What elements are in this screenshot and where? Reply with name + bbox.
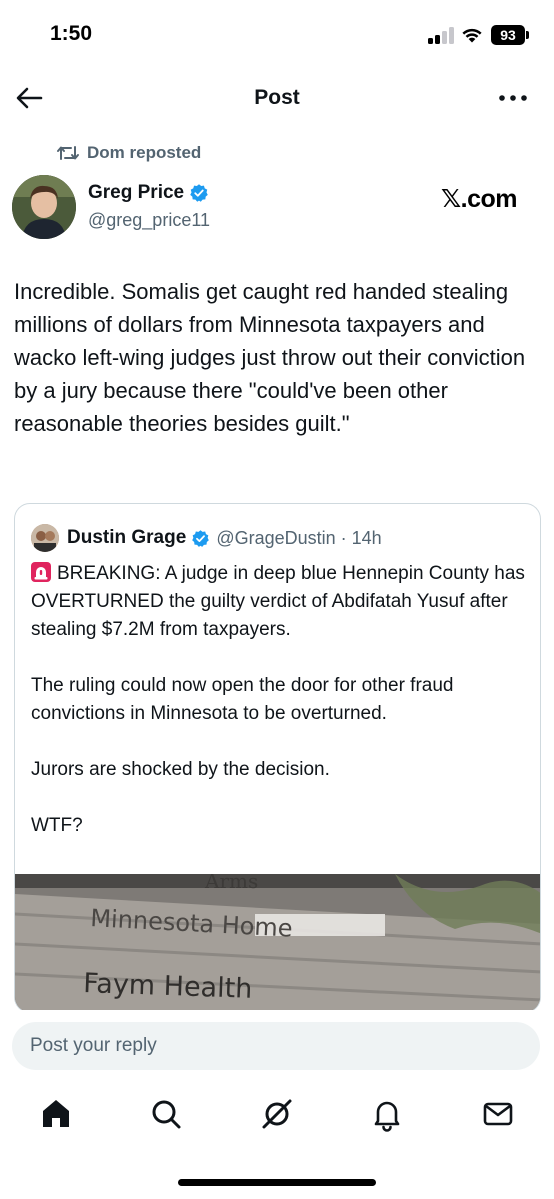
- quoted-post-card[interactable]: Dustin Grage @GrageDustin · 14h BREAKING…: [14, 503, 541, 1013]
- tweet-text: Incredible. Somalis get caught red hande…: [14, 279, 526, 436]
- reply-input[interactable]: Post your reply: [12, 1022, 540, 1070]
- author-handle: @greg_price11: [88, 210, 211, 230]
- source-watermark: 𝕏.com: [441, 185, 518, 213]
- messages-icon[interactable]: [480, 1096, 516, 1132]
- quoted-paragraph: WTF?: [31, 815, 83, 836]
- sign-text-line2: Faym Health: [83, 968, 253, 1005]
- rotating-light-emoji-icon: [31, 562, 51, 582]
- repost-context[interactable]: Dom reposted: [56, 142, 201, 164]
- status-bar: 1:50 93: [0, 0, 554, 70]
- wifi-icon: [462, 28, 482, 43]
- building-sign-photo: Arms Minnesota Home Faym Health: [15, 874, 540, 1012]
- home-indicator: [178, 1179, 376, 1186]
- cellular-signal-icon: [428, 26, 456, 44]
- author-name: Greg Price: [88, 182, 185, 203]
- repost-icon: [57, 146, 79, 160]
- repost-label: Dom reposted: [87, 143, 202, 162]
- avatar-photo: [12, 175, 76, 239]
- sign-text-top-partial: Arms: [204, 874, 258, 893]
- home-icon[interactable]: [38, 1096, 74, 1132]
- quoted-paragraph: The ruling could now open the door for o…: [31, 675, 454, 724]
- more-options-icon[interactable]: [496, 86, 530, 110]
- grok-icon[interactable]: [259, 1096, 295, 1132]
- search-icon[interactable]: [148, 1096, 184, 1132]
- quoted-post-body: BREAKING: A judge in deep blue Hennepin …: [31, 560, 526, 868]
- author-avatar[interactable]: [12, 175, 76, 239]
- quoted-paragraph-text: BREAKING: A judge in deep blue Hennepin …: [31, 563, 525, 640]
- verified-badge-icon: [192, 529, 210, 547]
- quoted-paragraph: BREAKING: A judge in deep blue Hennepin …: [31, 560, 526, 644]
- quoted-avatar-photo: [31, 524, 59, 552]
- page-title: Post: [254, 86, 300, 109]
- top-nav: Post: [0, 70, 554, 126]
- status-time: 1:50: [50, 22, 93, 45]
- quoted-author-name: Dustin Grage: [67, 527, 187, 548]
- quoted-media-image[interactable]: Arms Minnesota Home Faym Health: [15, 874, 540, 1012]
- quoted-post-header: Dustin Grage @GrageDustin · 14h: [31, 524, 382, 552]
- quoted-author-handle-time: @GrageDustin · 14h: [216, 527, 382, 548]
- battery-tip: [526, 31, 529, 39]
- reply-composer-bar: Post your reply: [0, 1010, 554, 1082]
- quoted-author-avatar[interactable]: [31, 524, 59, 552]
- author-name-row[interactable]: Greg Price: [88, 182, 209, 204]
- bottom-tab-bar: [0, 1082, 554, 1199]
- quoted-paragraph: Jurors are shocked by the decision.: [31, 759, 330, 780]
- notifications-icon[interactable]: [369, 1096, 405, 1132]
- battery-level: 93: [491, 25, 525, 45]
- verified-badge-icon: [190, 184, 208, 202]
